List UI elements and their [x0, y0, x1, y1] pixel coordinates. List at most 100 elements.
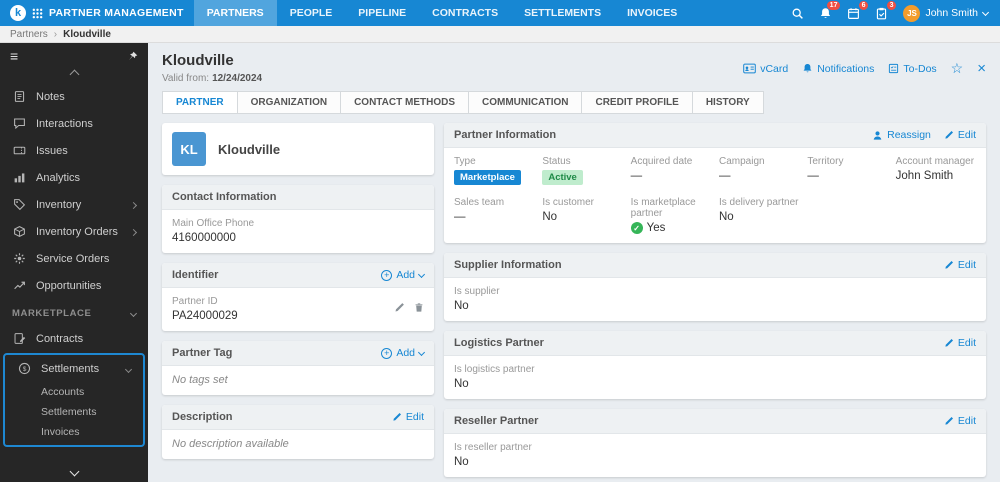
vcard-button[interactable]: vCard: [743, 63, 788, 75]
notes-icon: [12, 90, 27, 103]
app-brand[interactable]: k PARTNER MANAGEMENT: [0, 0, 194, 26]
is-logistics-value: No: [454, 378, 469, 391]
sidebar-item-inventory[interactable]: Inventory: [0, 191, 148, 218]
field-type: Type Marketplace: [454, 156, 534, 186]
nav-settlements[interactable]: SETTLEMENTS: [511, 0, 614, 26]
partner-id-label: Partner ID: [172, 296, 218, 307]
top-nav: k PARTNER MANAGEMENT PARTNERS PEOPLE PIP…: [0, 0, 1000, 26]
logistics-partner-card: Logistics Partner Edit Is logistics part…: [444, 331, 986, 400]
logistics-edit-button[interactable]: Edit: [944, 337, 976, 349]
nav-invoices[interactable]: INVOICES: [614, 0, 690, 26]
sidebar-item-settlements[interactable]: $ Settlements: [5, 355, 143, 382]
tag-icon: [12, 198, 27, 211]
contract-icon: [12, 332, 27, 345]
box-icon: [12, 225, 27, 238]
is-reseller-label: Is reseller partner: [454, 442, 532, 454]
nav-pipeline[interactable]: PIPELINE: [345, 0, 419, 26]
tab-credit-profile[interactable]: CREDIT PROFILE: [581, 91, 693, 114]
gear-icon: [12, 252, 27, 265]
user-avatar: JS: [903, 4, 921, 22]
calendar-icon[interactable]: 6: [847, 0, 869, 20]
nav-people[interactable]: PEOPLE: [277, 0, 346, 26]
sidebar: Notes Interactions Issues Analytics Inve…: [0, 43, 148, 482]
field-status: Status Active: [542, 156, 622, 186]
svg-text:$: $: [23, 366, 27, 373]
sidebar-subitem-invoices[interactable]: Invoices: [5, 422, 143, 442]
plus-circle-icon: [381, 347, 393, 359]
reseller-partner-card: Reseller Partner Edit Is reseller partne…: [444, 409, 986, 478]
partner-tag-add-button[interactable]: Add: [381, 347, 426, 359]
is-supplier-value: No: [454, 300, 469, 313]
check-circle-icon: [630, 222, 643, 235]
sidebar-item-service-orders[interactable]: Service Orders: [0, 245, 148, 272]
close-icon[interactable]: [977, 61, 986, 76]
kloudville-logo[interactable]: k: [10, 5, 26, 21]
sidebar-settlements-group: $ Settlements Accounts Settlements Invoi…: [3, 353, 145, 447]
field-sales-team: Sales team —: [454, 197, 505, 224]
search-icon[interactable]: [791, 7, 804, 20]
supplier-edit-button[interactable]: Edit: [944, 259, 976, 271]
sidebar-item-contracts[interactable]: Contracts: [0, 325, 148, 352]
sidebar-item-notes[interactable]: Notes: [0, 83, 148, 110]
vcard-icon: [743, 63, 756, 74]
field-campaign: Campaign —: [719, 156, 765, 182]
tab-organization[interactable]: ORGANIZATION: [236, 91, 342, 114]
bar-chart-icon: [12, 171, 27, 184]
phone-value: 4160000000: [172, 232, 236, 244]
chevron-right-icon: [129, 199, 138, 211]
notifications-bell-icon[interactable]: 17: [819, 0, 841, 20]
sidebar-item-opportunities[interactable]: Opportunities: [0, 272, 148, 299]
nav-contracts[interactable]: CONTRACTS: [419, 0, 511, 26]
app-grid-icon[interactable]: [32, 8, 43, 19]
valid-from-value: 12/24/2024: [212, 73, 263, 84]
field-is-delivery-partner: Is delivery partner No: [719, 197, 799, 224]
description-edit-button[interactable]: Edit: [392, 411, 424, 423]
person-icon: [872, 130, 883, 141]
favorite-star-icon[interactable]: [951, 61, 964, 76]
tab-history[interactable]: HISTORY: [691, 91, 764, 114]
partner-info-edit-button[interactable]: Edit: [944, 129, 976, 141]
reassign-button[interactable]: Reassign: [872, 129, 931, 141]
tab-contact-methods[interactable]: CONTACT METHODS: [340, 91, 469, 114]
type-badge: Marketplace: [454, 170, 521, 186]
todos-button[interactable]: To-Dos: [888, 63, 937, 75]
identifier-add-button[interactable]: Add: [381, 269, 426, 281]
tab-communication[interactable]: COMMUNICATION: [468, 91, 583, 114]
chevron-down-icon: [417, 270, 426, 278]
bell-icon: [802, 63, 813, 74]
reseller-edit-button[interactable]: Edit: [944, 415, 976, 427]
chevron-down-icon: [124, 363, 133, 375]
sidebar-item-inventory-orders[interactable]: Inventory Orders: [0, 218, 148, 245]
sidebar-menu-icon[interactable]: [10, 48, 18, 64]
detail-tabs: PARTNER ORGANIZATION CONTACT METHODS COM…: [148, 91, 1000, 114]
partner-information-card: Partner Information Reassign Edit Type M…: [444, 123, 986, 244]
edit-pencil-icon[interactable]: [394, 302, 405, 313]
sidebar-scroll-up[interactable]: [0, 66, 148, 83]
user-menu[interactable]: JS John Smith: [903, 4, 990, 22]
tab-partner[interactable]: PARTNER: [162, 91, 238, 114]
sidebar-subitem-accounts[interactable]: Accounts: [5, 382, 143, 402]
pencil-icon: [944, 416, 954, 426]
sidebar-subitem-settlements[interactable]: Settlements: [5, 402, 143, 422]
sidebar-scroll-down[interactable]: [0, 465, 148, 482]
identifier-card: Identifier Add Partner ID PA240: [162, 263, 434, 331]
sidebar-item-issues[interactable]: Issues: [0, 137, 148, 164]
pin-icon[interactable]: [127, 51, 138, 62]
sidebar-item-interactions[interactable]: Interactions: [0, 110, 148, 137]
nav-partners[interactable]: PARTNERS: [193, 0, 277, 26]
partner-avatar: KL: [172, 132, 206, 166]
pencil-icon: [944, 130, 954, 140]
todos-clipboard-icon[interactable]: 3: [875, 0, 897, 20]
field-is-marketplace-partner: Is marketplace partner Yes: [630, 197, 711, 235]
delete-trash-icon[interactable]: [414, 302, 424, 313]
valid-from: Valid from: 12/24/2024: [162, 73, 263, 84]
notifications-button[interactable]: Notifications: [802, 63, 874, 75]
breadcrumb-partners[interactable]: Partners: [10, 29, 48, 40]
sidebar-section-marketplace[interactable]: MARKETPLACE: [0, 299, 148, 325]
main-content: Kloudville Valid from: 12/24/2024 vCard N…: [148, 43, 1000, 482]
todo-list-icon: [888, 63, 899, 74]
supplier-information-card: Supplier Information Edit Is supplier No: [444, 253, 986, 322]
trend-line-icon: [12, 279, 27, 292]
sidebar-item-analytics[interactable]: Analytics: [0, 164, 148, 191]
contact-information-card: Contact Information Main Office Phone 41…: [162, 185, 434, 253]
